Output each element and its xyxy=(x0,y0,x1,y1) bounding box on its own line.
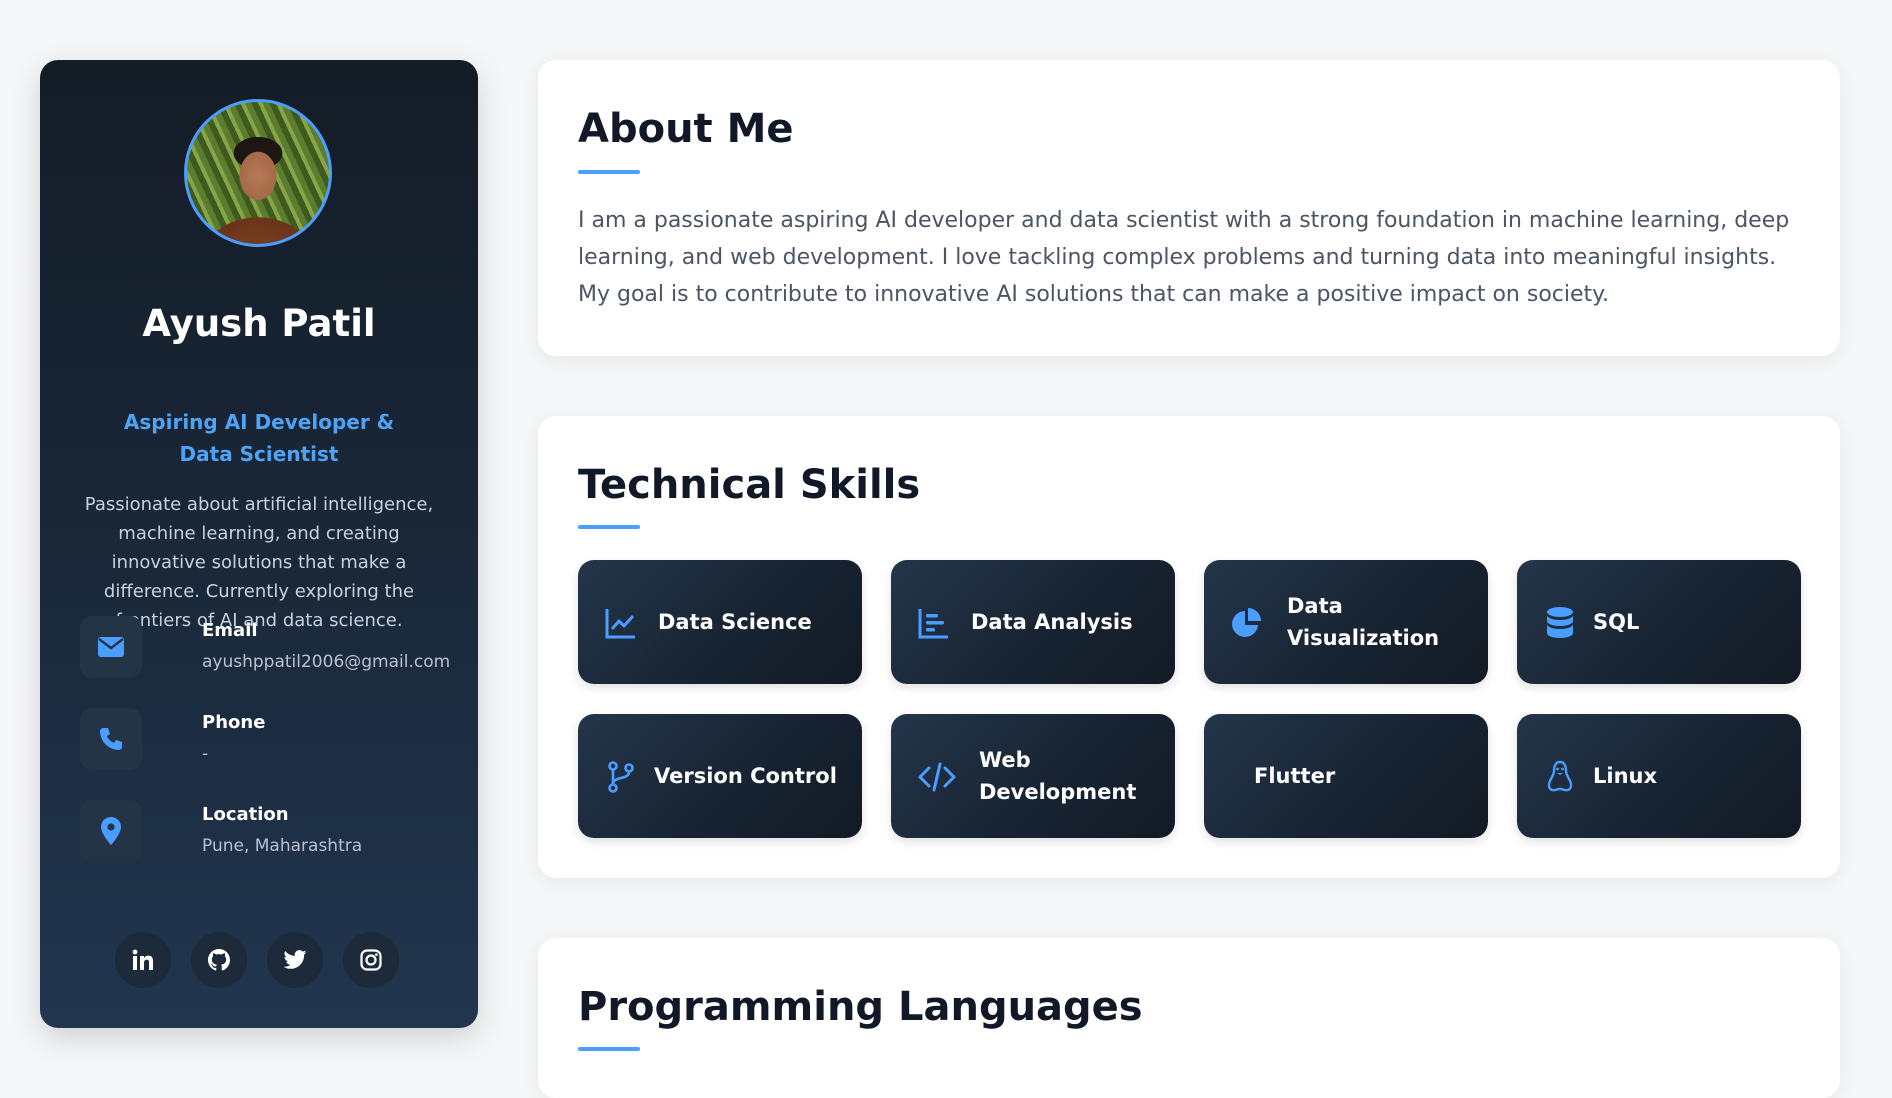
skill-data-science[interactable]: Data Science xyxy=(578,560,862,684)
twitter-link[interactable] xyxy=(267,932,323,988)
skill-label: SQL xyxy=(1593,610,1640,634)
languages-card: Programming Languages xyxy=(538,938,1840,1098)
contact-label: Email xyxy=(202,620,258,641)
skill-label: Version Control xyxy=(654,764,837,788)
git-branch-icon xyxy=(608,761,634,793)
section-title: Technical Skills xyxy=(578,462,921,508)
twitter-icon xyxy=(283,950,307,969)
contact-email: Email ayushppatil2006@gmail.com xyxy=(80,616,450,680)
contact-label: Phone xyxy=(202,712,266,733)
skill-label: Linux xyxy=(1593,764,1658,788)
instagram-link[interactable] xyxy=(343,932,399,988)
code-icon xyxy=(918,762,956,792)
contact-value[interactable]: ayushppatil2006@gmail.com xyxy=(202,652,450,672)
linkedin-icon xyxy=(132,949,153,970)
about-text: I am a passionate aspiring AI developer … xyxy=(578,208,1790,307)
envelope-icon xyxy=(80,616,142,678)
skill-label: Data Analysis xyxy=(971,610,1133,634)
title-underline xyxy=(578,170,640,174)
skill-sql[interactable]: SQL xyxy=(1517,560,1801,684)
skill-data-visualization[interactable]: Data Visualization xyxy=(1204,560,1488,684)
title-underline xyxy=(578,1047,640,1051)
skill-label: Data Visualization xyxy=(1287,594,1440,650)
github-link[interactable] xyxy=(191,932,247,988)
line-chart-icon xyxy=(605,609,635,639)
phone-icon xyxy=(80,708,142,770)
contact-location: Location Pune, Maharashtra xyxy=(80,800,440,864)
contact-label: Location xyxy=(202,804,289,825)
skill-data-analysis[interactable]: Data Analysis xyxy=(891,560,1175,684)
profile-sidebar: Ayush Patil Aspiring AI Developer & Data… xyxy=(40,60,478,1028)
instagram-icon xyxy=(360,949,382,971)
linux-icon xyxy=(1547,760,1573,792)
skills-card: Technical Skills Data Science Data Analy… xyxy=(538,416,1840,878)
skill-label: Web Development xyxy=(979,748,1137,804)
profile-role: Aspiring AI Developer & Data Scientist xyxy=(123,410,395,466)
about-card: About Me I am a passionate aspiring AI d… xyxy=(538,60,1840,356)
bar-chart-icon xyxy=(918,609,948,639)
social-links xyxy=(115,932,415,990)
contact-value: Pune, Maharashtra xyxy=(202,836,363,856)
avatar xyxy=(184,99,332,247)
contact-value: - xyxy=(202,744,209,764)
skill-web-development[interactable]: Web Development xyxy=(891,714,1175,838)
profile-bio: Passionate about artificial intelligence… xyxy=(84,494,434,631)
profile-name: Ayush Patil xyxy=(142,302,376,345)
skill-version-control[interactable]: Version Control xyxy=(578,714,862,838)
linkedin-link[interactable] xyxy=(115,932,171,988)
pie-chart-icon xyxy=(1232,608,1261,637)
skill-linux[interactable]: Linux xyxy=(1517,714,1801,838)
skill-flutter[interactable]: Flutter xyxy=(1204,714,1488,838)
database-icon xyxy=(1547,607,1573,638)
section-title: Programming Languages xyxy=(578,984,1143,1030)
contact-phone: Phone - xyxy=(80,708,440,772)
skill-label: Flutter xyxy=(1254,764,1336,788)
github-icon xyxy=(208,949,230,971)
title-underline xyxy=(578,525,640,529)
skill-label: Data Science xyxy=(658,610,812,634)
map-pin-icon xyxy=(80,800,142,862)
section-title: About Me xyxy=(578,106,794,152)
